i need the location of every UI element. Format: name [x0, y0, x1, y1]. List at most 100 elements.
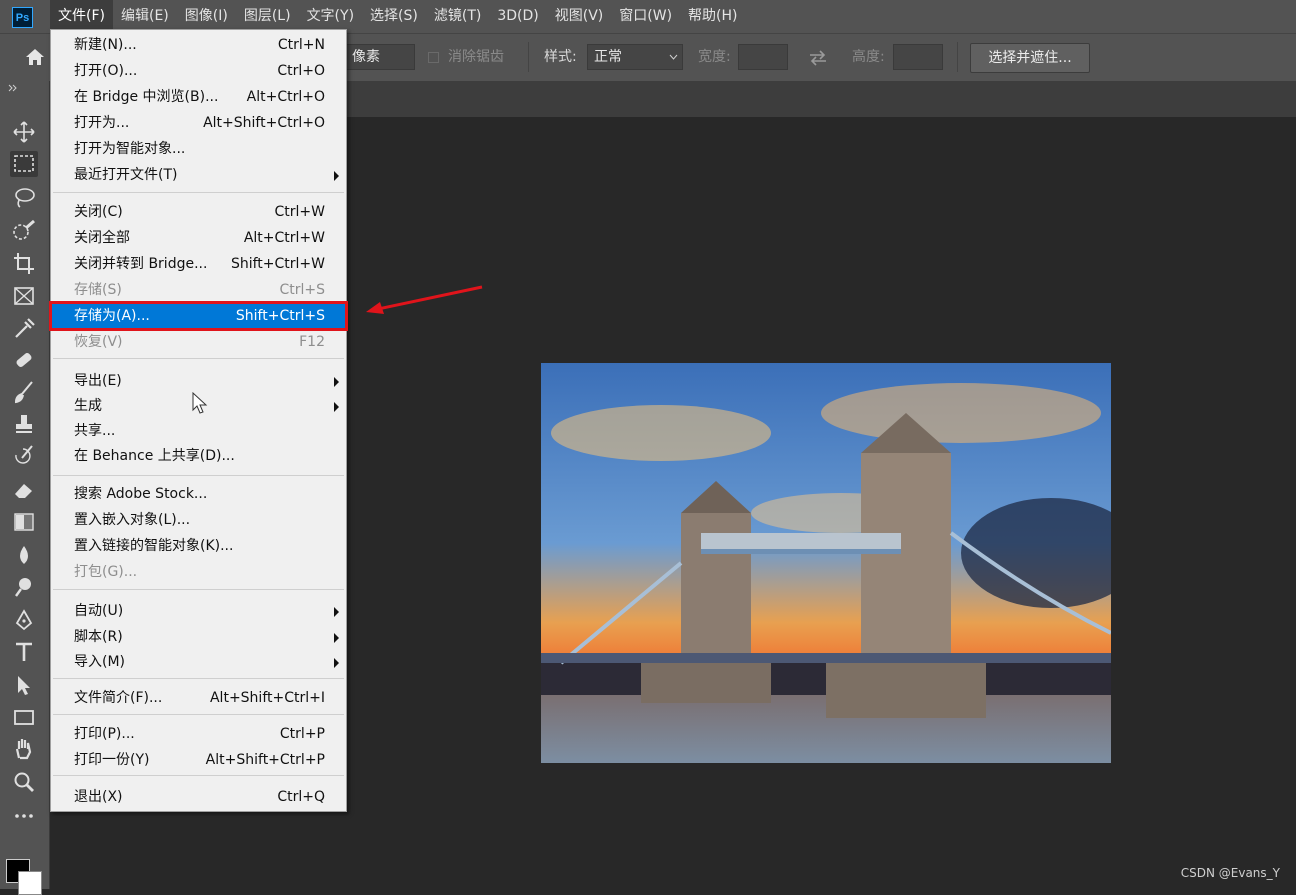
crop-icon — [14, 253, 34, 274]
submenu-arrow-icon — [334, 377, 339, 387]
zoom-icon — [14, 772, 34, 792]
brush-tool[interactable] — [10, 379, 38, 405]
file-menu-item[interactable]: 置入链接的智能对象(K)... — [52, 534, 345, 558]
path-select-tool[interactable] — [10, 672, 38, 698]
file-menu-item[interactable]: 打印一份(Y) Alt+Shift+Ctrl+P — [52, 748, 345, 772]
options-divider — [528, 42, 529, 72]
file-menu-item[interactable]: 打印(P)... Ctrl+P — [52, 722, 345, 746]
menu-item[interactable]: 选择(S) — [362, 0, 426, 33]
style-select[interactable]: 正常 — [587, 44, 683, 70]
menu-item-shortcut: Alt+Ctrl+W — [243, 230, 325, 246]
pen-icon — [15, 609, 33, 631]
menu-item-label: 导入(M) — [74, 654, 126, 670]
more-tools-icon — [15, 814, 33, 818]
menu-item-label: 导出(E) — [74, 373, 122, 389]
menu-separator — [53, 714, 344, 715]
history-brush-tool[interactable] — [10, 443, 38, 469]
healing-brush-tool[interactable] — [10, 347, 38, 373]
menu-item-label: 在 Bridge 中浏览(B)... — [74, 89, 219, 105]
file-menu-item[interactable]: 置入嵌入对象(L)... — [52, 508, 345, 532]
file-menu-item[interactable]: 打包(G)... — [52, 560, 345, 584]
menu-item-shortcut: Ctrl+O — [277, 63, 325, 79]
file-menu-item[interactable]: 打开为智能对象... — [52, 137, 345, 161]
dodge-tool[interactable] — [10, 574, 38, 600]
menu-item-label: 生成 — [74, 398, 102, 414]
menu-item-label: 关闭(C) — [74, 204, 123, 220]
file-menu-item[interactable]: 自动(U) — [52, 599, 345, 623]
panel-collapse-icon[interactable] — [8, 84, 18, 92]
menu-item-shortcut: Ctrl+N — [277, 37, 325, 53]
photoshop-logo[interactable]: Ps — [12, 7, 33, 28]
marquee-icon — [14, 155, 34, 172]
file-menu-item[interactable]: 新建(N)... Ctrl+N — [52, 33, 345, 57]
menu-item-label: 脚本(R) — [74, 629, 123, 645]
file-menu-item[interactable]: 退出(X) Ctrl+Q — [52, 785, 345, 809]
frame-tool[interactable] — [10, 283, 38, 309]
file-menu-item[interactable]: 在 Bridge 中浏览(B)... Alt+Ctrl+O — [52, 85, 345, 109]
menu-item-label: 在 Behance 上共享(D)... — [74, 448, 235, 464]
blur-icon — [20, 546, 28, 564]
file-menu-item[interactable]: 脚本(R) — [52, 625, 345, 649]
crop-tool[interactable] — [10, 250, 38, 276]
select-and-mask-button[interactable]: 选择并遮住... — [970, 43, 1090, 73]
height-input[interactable] — [893, 44, 943, 70]
chevron-down-icon — [669, 54, 678, 60]
file-menu-item[interactable]: 存储(S) Ctrl+S — [52, 278, 345, 302]
file-menu-item[interactable]: 关闭全部 Alt+Ctrl+W — [52, 226, 345, 250]
menu-item-shortcut: Alt+Shift+Ctrl+I — [209, 690, 325, 706]
pen-tool[interactable] — [10, 607, 38, 633]
menu-item-label: 打印一份(Y) — [74, 752, 150, 768]
file-menu-item[interactable]: 导入(M) — [52, 650, 345, 674]
marquee-tool[interactable] — [10, 151, 38, 177]
file-menu-item[interactable]: 关闭(C) Ctrl+W — [52, 200, 345, 224]
menu-item-label: 关闭并转到 Bridge... — [74, 256, 208, 272]
file-menu-item[interactable]: 最近打开文件(T) — [52, 163, 345, 187]
file-menu-item[interactable]: 在 Behance 上共享(D)... — [52, 444, 345, 468]
file-menu-item[interactable]: 导出(E) — [52, 369, 345, 393]
menu-item-shortcut: Alt+Shift+Ctrl+P — [205, 752, 325, 768]
menu-item[interactable]: 滤镜(T) — [426, 0, 489, 33]
eyedropper-tool[interactable] — [10, 315, 38, 341]
more-tools-tool[interactable] — [10, 803, 38, 829]
blur-tool[interactable] — [10, 542, 38, 568]
menu-item[interactable]: 窗口(W) — [611, 0, 680, 33]
background-color-swatch[interactable] — [18, 871, 42, 895]
rectangle-tool[interactable] — [10, 704, 38, 730]
zoom-tool[interactable] — [10, 769, 38, 795]
menu-item[interactable]: 3D(D) — [489, 0, 546, 33]
history-brush-icon — [15, 445, 33, 464]
submenu-arrow-icon — [334, 402, 339, 412]
lasso-tool[interactable] — [10, 185, 38, 211]
menu-item[interactable]: 帮助(H) — [680, 0, 745, 33]
width-input[interactable] — [738, 44, 788, 70]
swap-icon[interactable] — [808, 50, 828, 70]
mouse-cursor-icon — [192, 392, 208, 414]
submenu-arrow-icon — [334, 607, 339, 617]
menu-item[interactable]: 视图(V) — [547, 0, 612, 33]
file-menu-item[interactable]: 打开为... Alt+Shift+Ctrl+O — [52, 111, 345, 135]
file-menu-item[interactable]: 恢复(V) F12 — [52, 330, 345, 354]
hand-tool[interactable] — [10, 736, 38, 762]
dodge-icon — [15, 578, 31, 597]
antialias-checkbox[interactable] — [428, 52, 439, 63]
file-menu-item[interactable]: 文件简介(F)... Alt+Shift+Ctrl+I — [52, 686, 345, 710]
file-menu-item[interactable]: 搜索 Adobe Stock... — [52, 482, 345, 506]
file-menu-item[interactable]: 共享... — [52, 419, 345, 443]
file-menu-item[interactable]: 关闭并转到 Bridge... Shift+Ctrl+W — [52, 252, 345, 276]
rectangle-icon — [14, 710, 34, 725]
brush-icon — [14, 381, 33, 404]
file-menu-item[interactable]: 打开(O)... Ctrl+O — [52, 59, 345, 83]
menu-item-label: 关闭全部 — [74, 230, 130, 246]
menu-item-label: 打印(P)... — [74, 726, 135, 742]
stamp-tool[interactable] — [10, 411, 38, 437]
move-tool[interactable] — [10, 119, 38, 145]
hand-icon — [15, 739, 32, 760]
type-tool[interactable] — [10, 639, 38, 665]
eraser-tool[interactable] — [10, 476, 38, 502]
quick-select-tool[interactable] — [10, 218, 38, 244]
gradient-tool[interactable] — [10, 509, 38, 535]
feather-unit-field[interactable]: 像素 — [345, 44, 415, 70]
menu-item-shortcut: F12 — [299, 334, 325, 350]
stamp-icon — [16, 415, 32, 433]
menu-item-save-as[interactable]: 存储为(A)... Shift+Ctrl+S — [49, 301, 348, 331]
